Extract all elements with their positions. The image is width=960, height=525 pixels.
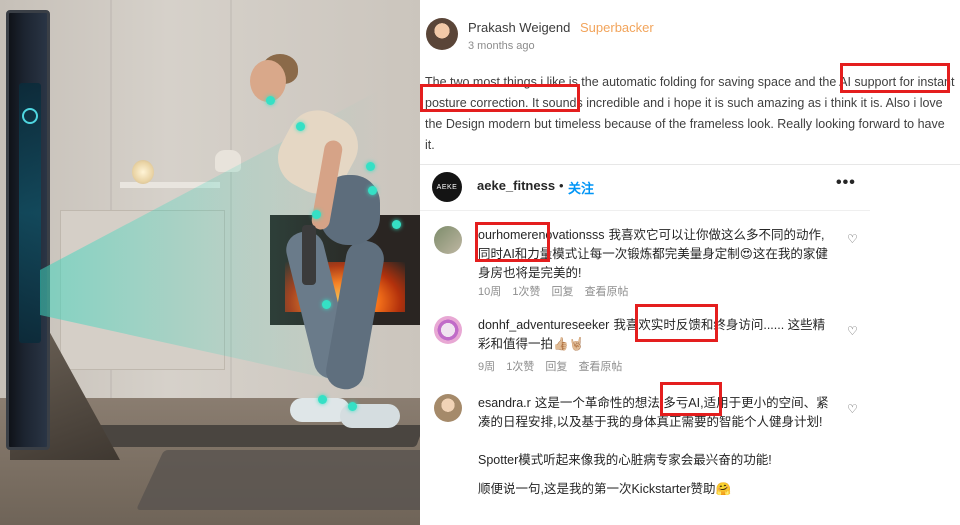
comment-time: 10周: [478, 286, 502, 298]
heart-icon[interactable]: ♡: [847, 402, 858, 416]
avatar[interactable]: [426, 18, 458, 50]
view-original-button[interactable]: 查看原帖: [578, 361, 622, 373]
highlight-box: [660, 382, 722, 416]
highlight-box: [635, 304, 718, 342]
pose-joint: [318, 395, 327, 404]
reply-button[interactable]: 回复: [552, 286, 574, 298]
superbacker-badge: Superbacker: [580, 20, 654, 35]
comment-meta: 9周 1次赞 回复 查看原帖: [478, 358, 630, 374]
like-count[interactable]: 1次赞: [512, 286, 540, 298]
pose-joint: [392, 220, 401, 229]
avatar[interactable]: [434, 394, 462, 422]
like-count[interactable]: 1次赞: [506, 361, 534, 373]
folding-platform: [85, 425, 420, 447]
separator-dot: •: [559, 178, 564, 193]
pose-joint: [368, 186, 377, 195]
more-options-icon[interactable]: •••: [836, 174, 856, 192]
divider: [420, 164, 960, 165]
comment-user[interactable]: donhf_adventureseeker: [478, 318, 609, 332]
pose-joint: [266, 96, 275, 105]
lamp: [132, 160, 154, 184]
comment-time: 3 months ago: [468, 40, 535, 52]
comment-author[interactable]: Prakash Weigend: [468, 20, 570, 35]
comment-user[interactable]: esandra.r: [478, 396, 531, 410]
highlight-box: [420, 84, 580, 112]
dumbbell: [302, 225, 316, 285]
product-photo: [0, 0, 420, 525]
pose-joint: [366, 162, 375, 171]
highlight-box: [475, 222, 550, 262]
list-item: esandra.r 这是一个革命性的想法,多亏AI,适用于更小的空间、紧凑的日程安…: [420, 394, 870, 519]
avatar[interactable]: [434, 316, 462, 344]
comment-feed: Prakash Weigend Superbacker 3 months ago…: [420, 0, 960, 525]
pose-joint: [348, 402, 357, 411]
reply-button[interactable]: 回复: [545, 361, 567, 373]
view-original-button[interactable]: 查看原帖: [585, 286, 629, 298]
avatar[interactable]: AEKE: [432, 172, 462, 202]
highlight-box: [840, 63, 950, 93]
follow-button[interactable]: 关注: [568, 178, 594, 197]
heart-icon[interactable]: ♡: [847, 232, 858, 246]
divider: [420, 210, 870, 211]
comment-meta: 10周 1次赞 回复 查看原帖: [478, 283, 637, 299]
heart-icon[interactable]: ♡: [847, 324, 858, 338]
mirror-ring-icon: [22, 108, 38, 124]
smart-mirror: [6, 10, 50, 450]
comment-body: Spotter模式听起来像我的心脏病专家会最兴奋的功能!: [478, 453, 772, 467]
instagram-post-header: AEKE aeke_fitness • 关注 •••: [420, 166, 870, 210]
pose-joint: [322, 300, 331, 309]
comment-body: 顺便说一句,这是我的第一次Kickstarter赞助🤗: [478, 482, 732, 496]
rug: [136, 450, 420, 510]
avatar[interactable]: [434, 226, 462, 254]
comment-text: esandra.r 这是一个革命性的想法,多亏AI,适用于更小的空间、紧凑的日程安…: [478, 394, 833, 499]
comment-time: 9周: [478, 361, 496, 373]
pose-joint: [296, 122, 305, 131]
pose-joint: [312, 210, 321, 219]
username[interactable]: aeke_fitness: [477, 178, 555, 193]
